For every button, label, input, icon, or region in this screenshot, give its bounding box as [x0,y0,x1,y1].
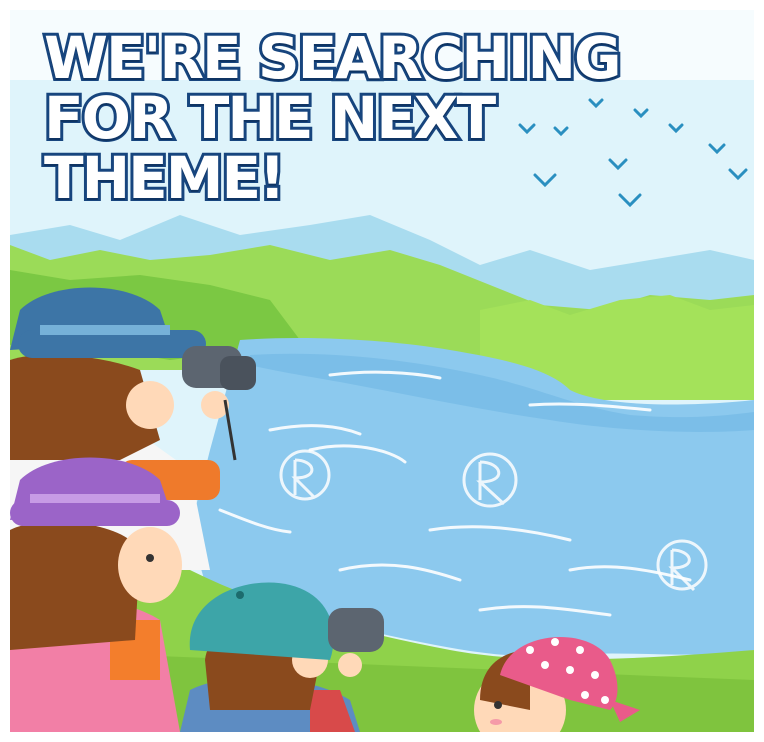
headline: WE'RE SEARCHING FOR THE NEXT THEME! [41,24,625,212]
headline-line-3: THEME! [41,144,289,212]
illustration-frame: WE'RE SEARCHING FOR THE NEXT THEME! [10,10,754,732]
headline-line-2: FOR THE NEXT [41,84,499,152]
child-purple-hat [10,457,182,732]
headline-line-1: WE'RE SEARCHING [41,24,625,92]
